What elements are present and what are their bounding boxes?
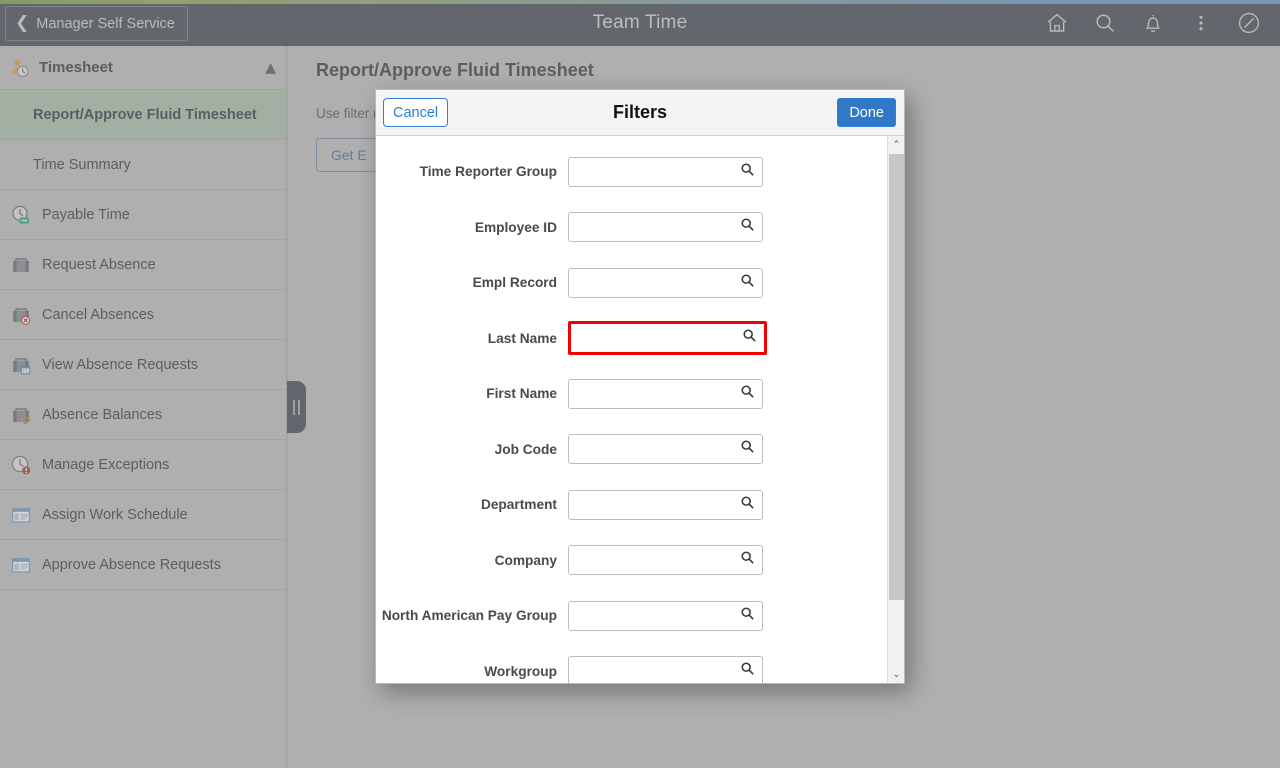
modal-scrollbar[interactable]: ⌃ ⌄	[887, 136, 904, 683]
filter-row-job-code: Job Code	[376, 422, 884, 478]
modal-header: Cancel Filters Done	[376, 90, 904, 136]
filter-input-workgroup[interactable]	[569, 657, 762, 683]
lookup-search-icon[interactable]	[740, 384, 755, 404]
filter-row-first-name: First Name	[376, 366, 884, 422]
filter-row-empl-record: Empl Record	[376, 255, 884, 311]
scroll-down-arrow[interactable]: ⌄	[888, 666, 904, 683]
filter-input-wrapper-last-name	[568, 321, 767, 356]
filter-input-wrapper-job-code	[568, 434, 763, 465]
filter-label-job-code: Job Code	[494, 441, 557, 457]
filter-input-job-code[interactable]	[569, 435, 762, 464]
filter-input-last-name[interactable]	[571, 324, 764, 353]
filter-row-workgroup: Workgroup	[376, 644, 884, 683]
filter-input-wrapper-first-name	[568, 378, 763, 409]
filter-row-department: Department	[376, 477, 884, 533]
filter-label-north-american-pay-group: North American Pay Group	[381, 608, 557, 624]
filter-input-north-american-pay-group[interactable]	[569, 601, 762, 630]
filter-label-time-reporter-group: Time Reporter Group	[419, 164, 557, 180]
lookup-search-icon[interactable]	[740, 661, 755, 681]
modal-body: Time Reporter Group Employee ID Empl Recor…	[376, 136, 904, 683]
filters-modal: Cancel Filters Done Time Reporter Group E…	[375, 89, 905, 684]
filter-input-wrapper-workgroup	[568, 656, 763, 683]
filter-label-first-name: First Name	[486, 386, 557, 402]
lookup-search-icon[interactable]	[740, 217, 755, 237]
filter-label-department: Department	[480, 497, 557, 513]
filter-input-time-reporter-group[interactable]	[569, 157, 762, 186]
lookup-search-icon[interactable]	[742, 328, 757, 348]
cancel-button[interactable]: Cancel	[383, 98, 449, 127]
filter-input-wrapper-company	[568, 545, 763, 576]
filter-row-last-name: Last Name	[376, 311, 884, 367]
filter-label-employee-id: Employee ID	[474, 219, 557, 235]
lookup-search-icon[interactable]	[740, 606, 755, 626]
filter-label-workgroup: Workgroup	[484, 663, 557, 679]
scrollbar-thumb[interactable]	[889, 154, 904, 600]
filter-input-wrapper-time-reporter-group	[568, 156, 763, 187]
filter-input-empl-record[interactable]	[569, 268, 762, 297]
lookup-search-icon[interactable]	[740, 273, 755, 293]
filter-input-wrapper-employee-id	[568, 212, 763, 243]
filter-label-company: Company	[494, 552, 557, 568]
lookup-search-icon[interactable]	[740, 162, 755, 182]
modal-title: Filters	[612, 102, 668, 122]
filter-input-wrapper-empl-record	[568, 267, 763, 298]
scroll-up-arrow[interactable]: ⌃	[888, 136, 904, 153]
filter-input-company[interactable]	[569, 546, 762, 575]
lookup-search-icon[interactable]	[740, 495, 755, 515]
filter-input-wrapper-department	[568, 489, 763, 520]
filter-row-time-reporter-group: Time Reporter Group	[376, 144, 884, 200]
filter-input-first-name[interactable]	[569, 379, 762, 408]
lookup-search-icon[interactable]	[740, 439, 755, 459]
filter-row-company: Company	[376, 533, 884, 589]
filter-label-last-name: Last Name	[487, 330, 557, 346]
filter-row-employee-id: Employee ID	[376, 200, 884, 256]
lookup-search-icon[interactable]	[740, 550, 755, 570]
filter-field-list: Time Reporter Group Employee ID Empl Recor…	[376, 136, 884, 683]
filter-input-wrapper-north-american-pay-group	[568, 600, 763, 631]
done-button[interactable]: Done	[837, 98, 896, 127]
filter-label-empl-record: Empl Record	[472, 275, 557, 291]
filter-input-department[interactable]	[569, 490, 762, 519]
filter-row-north-american-pay-group: North American Pay Group	[376, 588, 884, 644]
filter-input-employee-id[interactable]	[569, 213, 762, 242]
